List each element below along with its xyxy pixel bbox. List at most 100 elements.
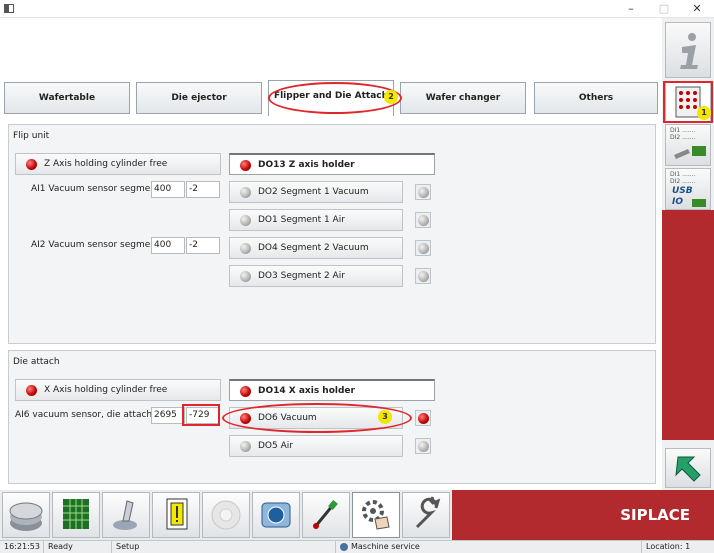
status-service-label: Maschine service [351,542,420,551]
callout-badge-2: 2 [384,90,398,104]
do5-label: DO5 Air [258,441,293,451]
callout-rect-ai6 [182,404,220,426]
arrow-icon [675,456,701,482]
status-time: 16:21:53 [0,541,44,553]
di1-label-2: DI1 ....... [670,171,696,178]
do13-label: DO13 Z axis holder [258,160,355,170]
status-led [240,215,251,226]
close-button[interactable]: ✕ [686,2,708,16]
do4-segment2-vacuum-button[interactable]: DO4 Segment 2 Vacuum [229,237,403,259]
ai1-raw-field: 400 [151,181,185,198]
status-service: Maschine service [336,541,642,553]
maximize-button[interactable]: □ [653,2,675,16]
pick-tool-button[interactable] [102,492,150,538]
pick-tool-icon [113,500,137,530]
z-axis-cylinder-label: Z Axis holding cylinder free [44,159,168,169]
user-icon [340,542,348,551]
ai2-label: AI2 Vacuum sensor segment 2 [31,240,169,250]
status-location: Location: 1 [646,542,691,551]
status-led [240,386,251,397]
side-accent-bar [662,210,714,440]
status-state: Ready [44,541,112,553]
do1-indicator [415,212,431,228]
wrench-icon [415,496,441,529]
do2-label: DO2 Segment 1 Vacuum [258,187,369,197]
do3-indicator [415,268,431,284]
do1-segment1-air-button[interactable]: DO1 Segment 1 Air [229,209,403,231]
status-led [240,160,251,171]
x-axis-cylinder-label: X Axis holding cylinder free [44,385,168,395]
flip-unit-panel: Flip unit Z Axis holding cylinder free A… [8,124,656,344]
status-mode: Setup [112,541,336,553]
do2-segment1-vacuum-button[interactable]: DO2 Segment 1 Vacuum [229,181,403,203]
service-tools-button[interactable] [352,492,400,538]
do14-label: DO14 X axis holder [258,386,355,396]
status-led [240,243,251,254]
status-bar: 16:21:53 Ready Setup Maschine service Lo… [0,540,714,553]
ai2-value-field: -2 [186,237,220,254]
x-axis-cylinder-button[interactable]: X Axis holding cylinder free [15,379,221,401]
calibration-button[interactable] [302,492,350,538]
die-attach-title: Die attach [13,357,60,367]
di2-label: DI2 ....... [670,134,696,141]
tab-others[interactable]: Others [534,82,658,114]
do6-indicator [415,410,431,426]
header-area [0,18,660,80]
usb-label: USB [672,186,693,196]
do4-label: DO4 Segment 2 Vacuum [258,243,369,253]
warnings-button[interactable] [152,492,200,538]
brand-logo: SIPLACE [452,490,714,540]
do3-segment2-air-button[interactable]: DO3 Segment 2 Air [229,265,403,287]
wafer-map-button[interactable] [52,492,100,538]
minimize-button[interactable]: – [620,2,642,16]
status-led [26,159,37,170]
do13-z-axis-holder-button[interactable]: DO13 Z axis holder [229,153,435,175]
ai6-label: AI6 vacuum sensor, die attach tool [15,410,173,420]
app-icon [4,4,14,13]
camera-button[interactable] [252,492,300,538]
digital-io-button[interactable]: DI1 ....... DI2 ....... [665,124,711,166]
flip-unit-title: Flip unit [13,131,50,141]
callout-badge-1: 1 [697,106,711,120]
ai1-label: AI1 Vacuum sensor segment 1 [31,184,169,194]
do2-indicator [415,184,431,200]
wafer-stack-icon [9,502,43,531]
status-led [240,441,251,452]
disabled-tool-icon [211,500,241,530]
tab-wafer-changer[interactable]: Wafer changer [400,82,526,114]
do5-air-button[interactable]: DO5 Air [229,435,403,457]
do3-label: DO3 Segment 2 Air [258,271,345,281]
ai2-raw-field: 400 [151,237,185,254]
tab-wafertable[interactable]: Wafertable [4,82,130,114]
di2-label-2: DI2 ....... [670,178,696,185]
status-led [240,187,251,198]
callout-badge-3: 3 [378,410,392,424]
callout-ellipse-tab [268,82,402,114]
do4-indicator [415,240,431,256]
do5-indicator [415,438,431,454]
grid-map-icon [63,499,89,529]
probe-icon [313,500,338,529]
io-label: IO [672,197,683,207]
title-bar: – □ ✕ [0,0,714,18]
wafer-stack-button[interactable] [2,492,50,538]
usb-io-button[interactable]: DI1 ....... DI2 ....... USB IO [665,168,711,210]
info-button[interactable] [665,22,711,78]
back-arrow-button[interactable] [665,448,711,488]
status-led [240,271,251,282]
tab-die-ejector[interactable]: Die ejector [136,82,262,114]
disabled-tool-button[interactable] [202,492,250,538]
gear-hand-icon [362,500,390,530]
connector-icon [674,146,706,159]
camera-icon [261,502,291,528]
wrench-button[interactable] [402,492,450,538]
ai1-value-field: -2 [186,181,220,198]
do14-x-axis-holder-button[interactable]: DO14 X axis holder [229,379,435,401]
do1-label: DO1 Segment 1 Air [258,215,345,225]
io-module-icon [692,199,706,207]
warning-document-icon [166,498,188,530]
di1-label: DI1 ....... [670,127,696,134]
ai6-raw-field: 2695 [151,407,185,424]
z-axis-cylinder-button[interactable]: Z Axis holding cylinder free [15,153,221,175]
status-led [26,385,37,396]
